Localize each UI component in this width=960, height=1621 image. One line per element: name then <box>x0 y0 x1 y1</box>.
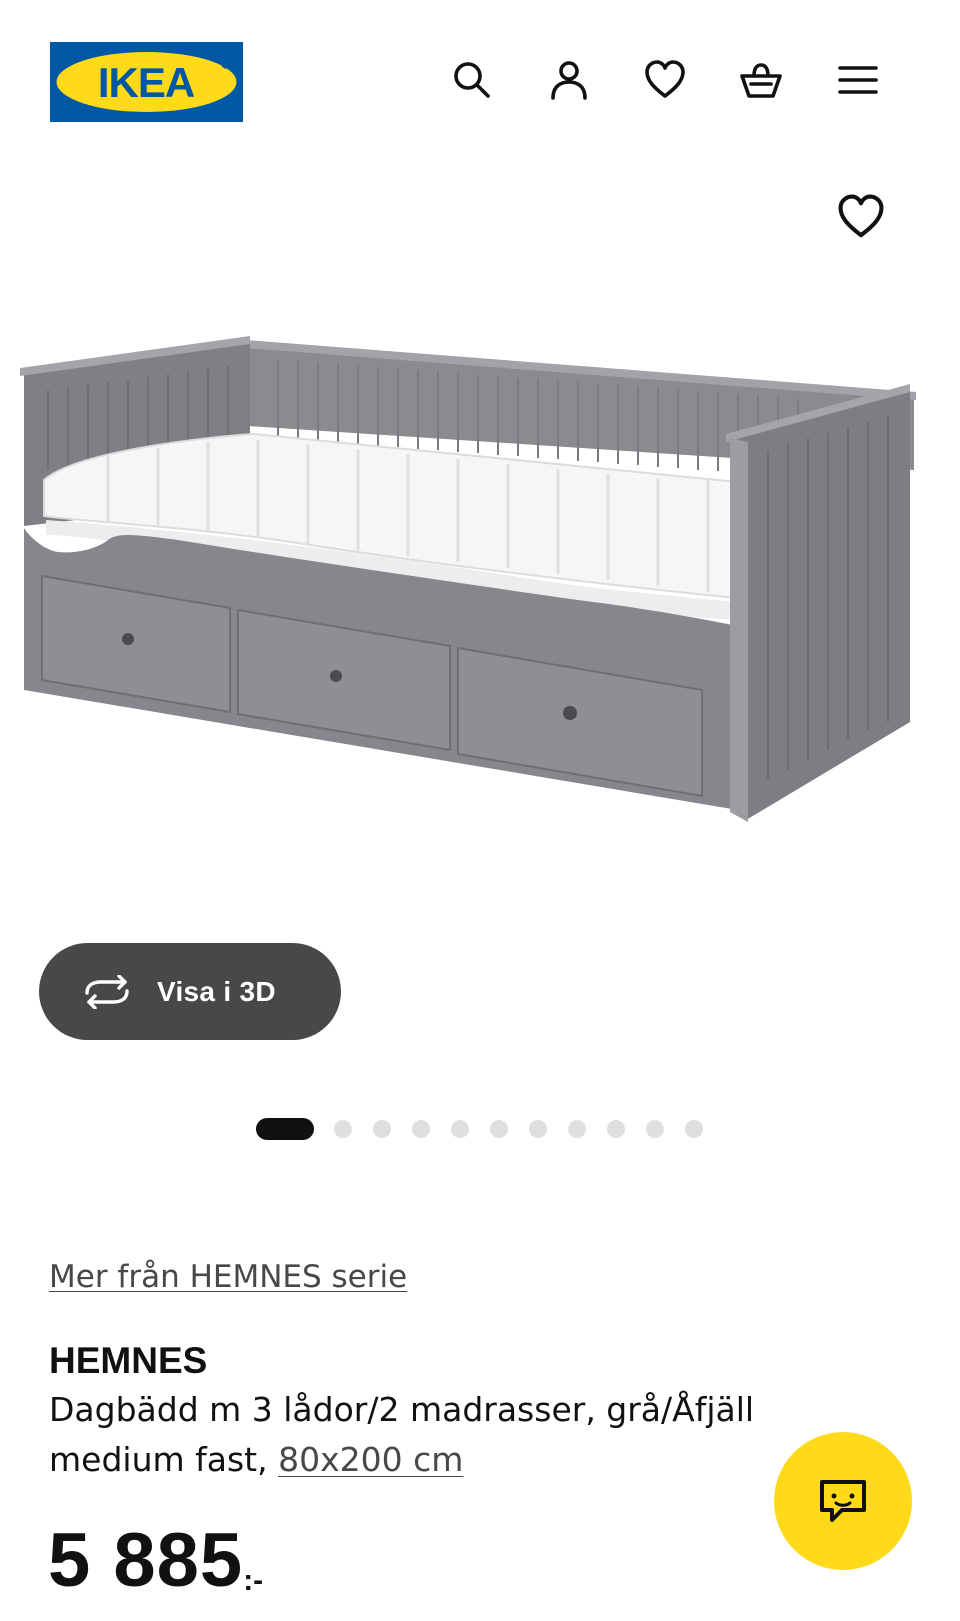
size-link[interactable]: 80x200 cm <box>278 1440 463 1479</box>
basket-icon[interactable] <box>737 56 785 104</box>
carousel-dot[interactable] <box>529 1120 547 1138</box>
favorites-icon[interactable] <box>641 56 689 104</box>
chat-bubble-icon <box>820 1480 866 1522</box>
carousel-dot[interactable] <box>646 1120 664 1138</box>
product-name: HEMNES <box>49 1340 208 1381</box>
price-suffix: :- <box>243 1564 264 1597</box>
price-integer: 5 885 <box>48 1518 244 1603</box>
heart-outline-icon[interactable] <box>836 192 888 244</box>
carousel-dot[interactable] <box>451 1120 469 1138</box>
image-carousel-indicator <box>0 1118 960 1140</box>
product-description: Dagbädd m 3 lådor/2 madrasser, grå/Åfjäl… <box>49 1385 869 1485</box>
carousel-dot[interactable] <box>490 1120 508 1138</box>
account-icon[interactable] <box>545 56 593 104</box>
chat-button[interactable] <box>774 1432 912 1570</box>
carousel-dot[interactable] <box>412 1120 430 1138</box>
carousel-dot-active[interactable] <box>256 1118 314 1140</box>
carousel-dot[interactable] <box>685 1120 703 1138</box>
carousel-dot[interactable] <box>334 1120 352 1138</box>
view-3d-label: Visa i 3D <box>157 975 276 1007</box>
site-header: IKEA <box>0 0 960 140</box>
view-3d-button[interactable]: Visa i 3D <box>39 943 341 1040</box>
ikea-logo[interactable]: IKEA <box>50 42 243 122</box>
svg-text:IKEA: IKEA <box>98 59 195 106</box>
search-icon[interactable] <box>448 56 496 104</box>
product-image[interactable] <box>18 330 948 890</box>
series-link[interactable]: Mer från HEMNES serie <box>49 1259 407 1295</box>
menu-icon[interactable] <box>834 56 882 104</box>
carousel-dot[interactable] <box>568 1120 586 1138</box>
product-price: 5 885 :- <box>48 1520 263 1602</box>
carousel-dot[interactable] <box>607 1120 625 1138</box>
carousel-dot[interactable] <box>373 1120 391 1138</box>
rotate-3d-icon <box>85 974 129 1009</box>
